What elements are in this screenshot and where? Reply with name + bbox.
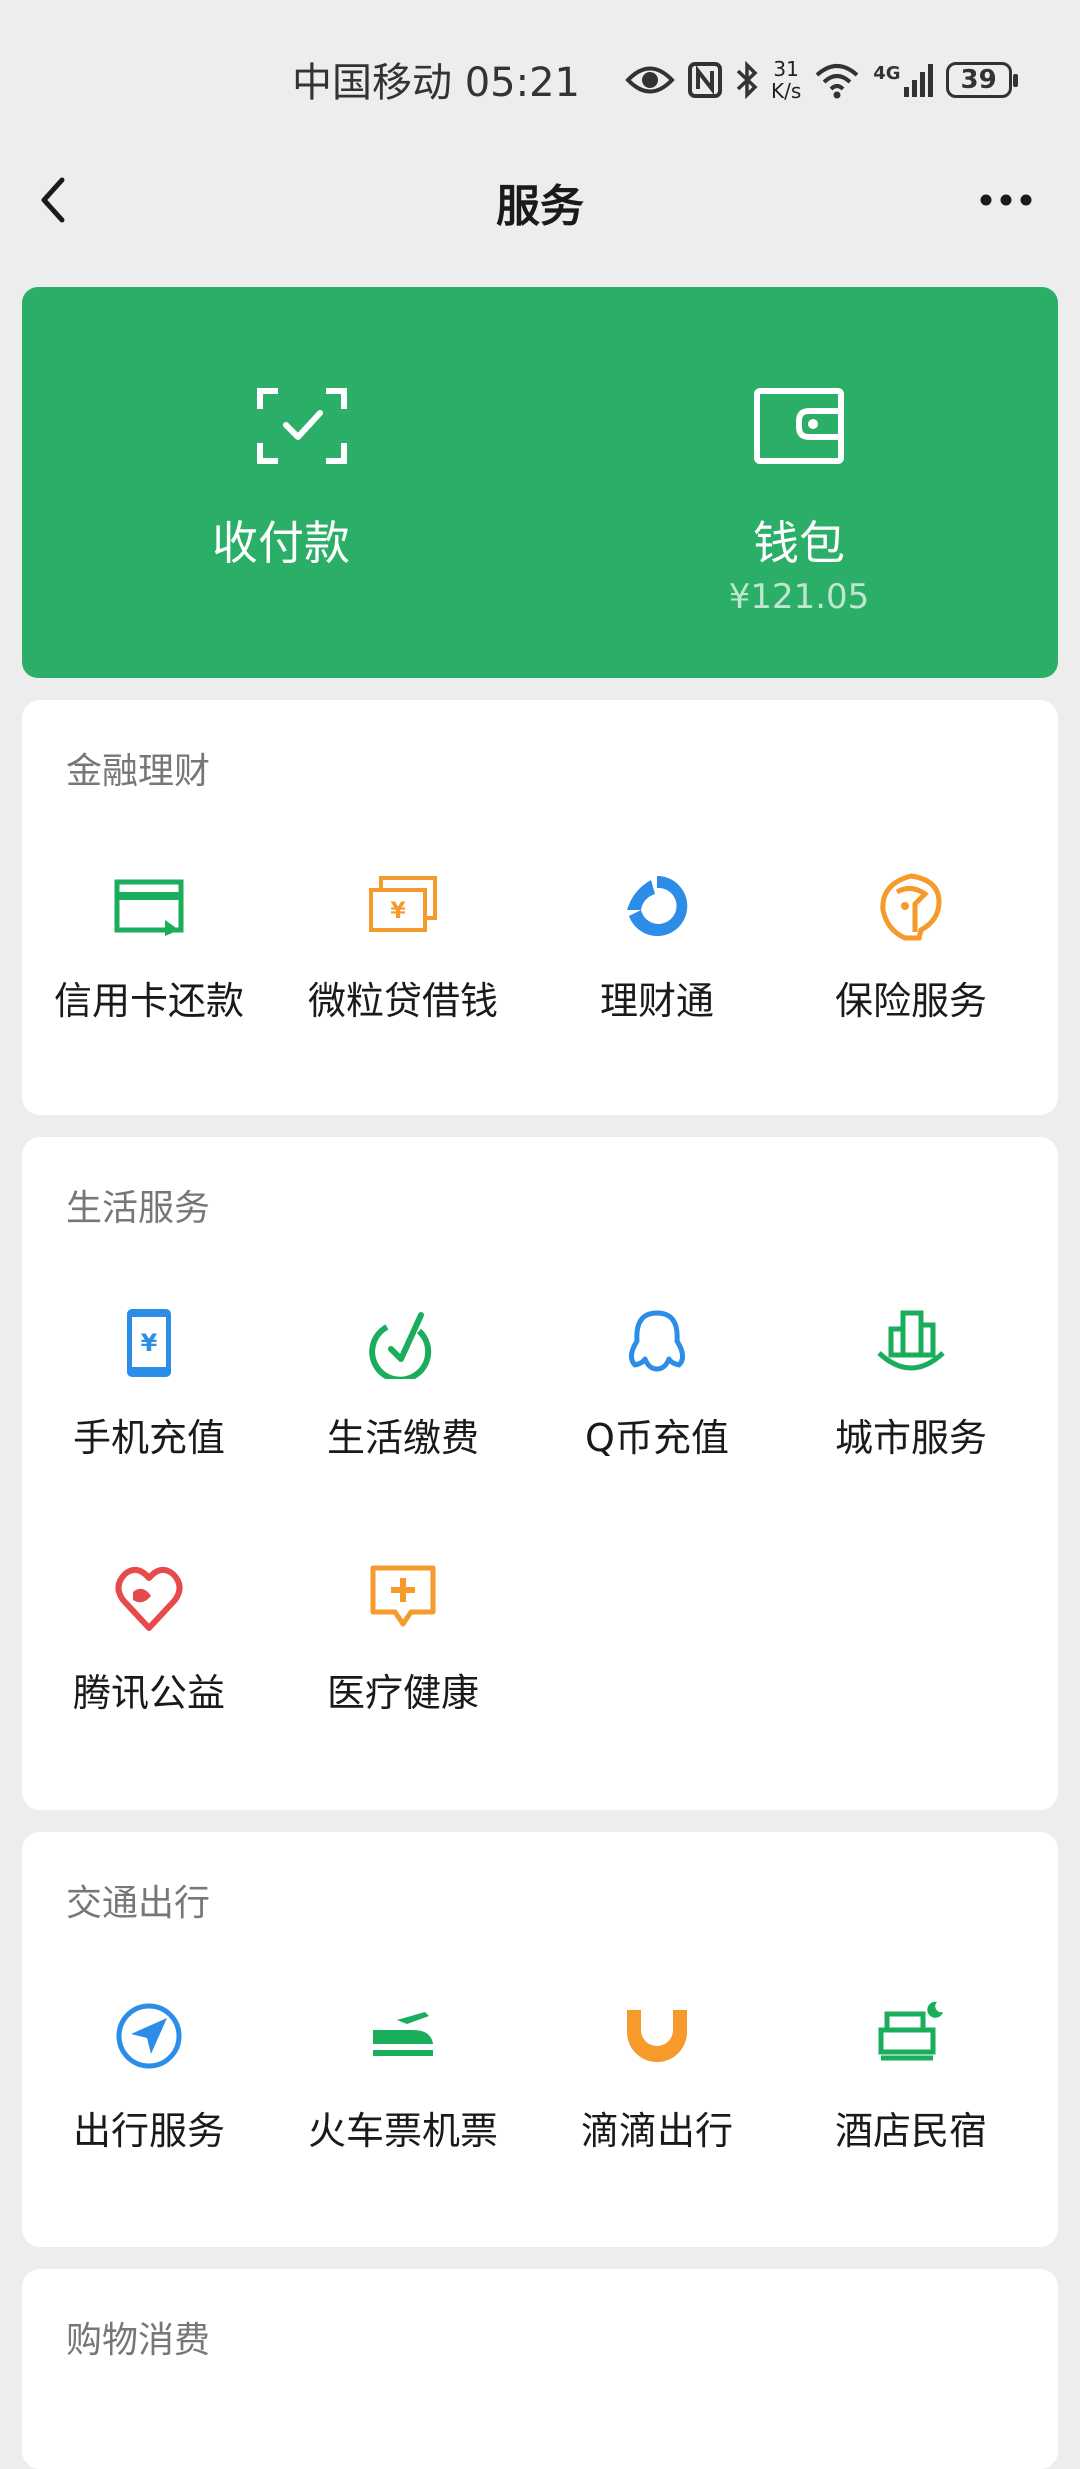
service-label: 保险服务: [834, 979, 987, 1023]
utility-pay-icon: [369, 1312, 432, 1379]
charity-heart-icon: [115, 1566, 183, 1631]
service-label: 生活缴费: [326, 1416, 479, 1460]
service-item-travel[interactable]: 出行服务: [22, 2000, 276, 2180]
nfc-icon: [688, 62, 722, 98]
section-life-services: 生活服务 ¥ 手机充值 生活缴费 Q币充值 城市服务 腾讯公益 医疗健康: [22, 1137, 1058, 1810]
page-title: 服务: [496, 181, 584, 232]
service-item-didi[interactable]: 滴滴出行: [530, 2000, 784, 2180]
section-title: 金融理财: [66, 751, 211, 792]
svg-text:¥: ¥: [390, 899, 406, 924]
eye-icon: [625, 66, 675, 94]
network-speed: 31 K/s: [771, 57, 802, 103]
wallet-icon: [754, 388, 844, 464]
service-label: 城市服务: [834, 1416, 987, 1460]
battery-indicator: 39: [945, 62, 1018, 98]
status-bar: 中国移动 05:21 31 K/s 4G 39: [0, 0, 1080, 160]
status-icons: 31 K/s 4G 39: [625, 52, 1018, 108]
service-label: 手机充值: [72, 1416, 225, 1460]
section-transport: 交通出行 出行服务 火车票机票 滴滴出行 酒店民宿: [22, 1832, 1058, 2247]
svg-text:¥: ¥: [141, 1329, 158, 1357]
service-item-qq-coin[interactable]: Q币充值: [530, 1307, 784, 1487]
section-title: 交通出行: [66, 1883, 211, 1924]
qq-coin-icon: [629, 1310, 685, 1372]
train-plane-icon: [373, 2012, 433, 2056]
service-label: 出行服务: [72, 2109, 225, 2153]
signal-bars-icon: [903, 64, 933, 97]
bluetooth-icon: [736, 61, 758, 99]
section-shopping: 购物消费: [22, 2269, 1058, 2469]
carrier-time: 中国移动 05:21: [292, 60, 580, 106]
service-label: 滴滴出行: [580, 2109, 733, 2153]
medical-icon: [370, 1565, 436, 1627]
service-item-charity[interactable]: 腾讯公益: [22, 1562, 276, 1742]
more-options-icon[interactable]: [976, 185, 1036, 215]
service-item-utility-pay[interactable]: 生活缴费: [276, 1307, 530, 1487]
wallet-balance: ¥121.05: [728, 577, 870, 617]
wealth-icon: [627, 875, 688, 936]
wallet-card: 收付款 钱包 ¥121.05: [22, 287, 1058, 678]
service-item-insurance[interactable]: 保险服务: [784, 870, 1038, 1050]
wallet-button[interactable]: 钱包 ¥121.05: [540, 287, 1058, 678]
loan-icon: ¥: [369, 876, 437, 932]
section-finance: 金融理财 信用卡还款 ¥ 微粒贷借钱 理财通 保险服务: [22, 700, 1058, 1115]
service-label: 理财通: [599, 979, 714, 1023]
service-label: 微粒贷借钱: [307, 979, 498, 1023]
service-item-phone-recharge[interactable]: ¥ 手机充值: [22, 1307, 276, 1487]
pay-receive-button[interactable]: 收付款: [22, 287, 540, 678]
service-item-train-plane[interactable]: 火车票机票: [276, 2000, 530, 2180]
service-item-hotel[interactable]: 酒店民宿: [784, 2000, 1038, 2180]
section-title: 购物消费: [66, 2320, 211, 2361]
navigation-icon: [116, 2003, 182, 2069]
phone-recharge-icon: ¥: [127, 1309, 171, 1377]
service-label: Q币充值: [585, 1416, 729, 1460]
service-item-credit-card[interactable]: 信用卡还款: [22, 870, 276, 1050]
city-service-icon: [877, 1310, 945, 1371]
wallet-label: 钱包: [753, 516, 845, 570]
hotel-bed-icon: [878, 2001, 943, 2061]
service-item-wealth[interactable]: 理财通: [530, 870, 784, 1050]
insurance-icon: [880, 873, 942, 941]
didi-icon: [627, 2010, 687, 2062]
section-title: 生活服务: [66, 1188, 211, 1229]
service-item-loan[interactable]: ¥ 微粒贷借钱: [276, 870, 530, 1050]
service-label: 酒店民宿: [834, 2109, 987, 2153]
service-item-medical[interactable]: 医疗健康: [276, 1562, 530, 1742]
service-item-city-service[interactable]: 城市服务: [784, 1307, 1038, 1487]
service-label: 医疗健康: [326, 1671, 479, 1715]
credit-card-icon: [114, 879, 184, 936]
service-label: 腾讯公益: [72, 1671, 225, 1715]
cellular-signal: 4G: [873, 63, 933, 97]
service-label: 火车票机票: [307, 2109, 498, 2153]
service-label: 信用卡还款: [53, 979, 244, 1023]
pay-receive-label: 收付款: [212, 516, 350, 570]
wifi-icon: [815, 64, 859, 99]
scan-check-icon: [257, 388, 347, 464]
